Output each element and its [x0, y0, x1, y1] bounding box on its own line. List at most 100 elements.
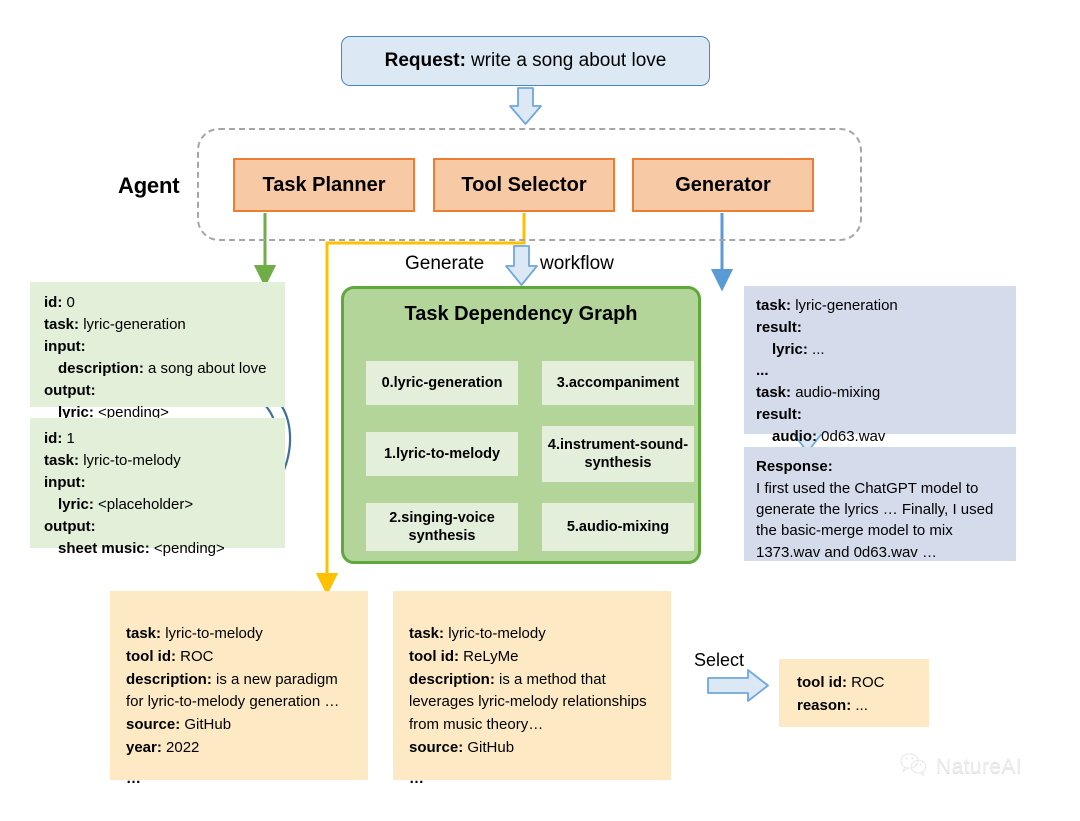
tool-id-key: tool id:	[126, 647, 176, 665]
selected-tool-reason-row: reason: ...	[797, 694, 929, 717]
task-value: lyric-to-melody	[83, 452, 181, 470]
task-output-key: output:	[44, 382, 96, 400]
agent-module-task-planner[interactable]: Task Planner	[233, 158, 415, 212]
tdg-node-1[interactable]: 1.lyric-to-melody	[366, 432, 518, 476]
result-field-key: audio:	[772, 427, 817, 445]
task-dependency-graph-panel: Task Dependency Graph 0.lyric-generation…	[341, 286, 701, 564]
result-task-value: lyric-generation	[795, 297, 898, 314]
agent-module-label: Generator	[675, 173, 771, 196]
result-field: lyric: ...	[756, 339, 1006, 361]
request-value: write a song about love	[470, 50, 667, 71]
agent-module-tool-selector[interactable]: Tool Selector	[433, 158, 615, 212]
task-name-row: task: lyric-generation	[44, 314, 273, 336]
tdg-node-3[interactable]: 3.accompaniment	[542, 361, 694, 405]
tdg-node-4[interactable]: 4.instrument-sound-synthesis	[542, 426, 694, 482]
task-output-field-key: sheet music:	[58, 540, 150, 558]
task-input-field-key: description:	[58, 360, 144, 378]
result-field-value: ...	[812, 340, 825, 358]
selected-tool-reason-value: ...	[855, 697, 868, 715]
response-title: Response:	[756, 458, 833, 475]
task-output-key: output:	[44, 518, 96, 536]
generate-label: Generate	[405, 253, 485, 274]
result-task-row: task: audio-mixing	[756, 382, 1006, 404]
tdg-node-2[interactable]: 2.singing-voice synthesis	[366, 503, 518, 551]
tool-id-row: tool id: ROC	[126, 646, 354, 669]
tool-task-key: task:	[409, 625, 445, 642]
execution-results-panel: task: lyric-generation result: lyric: ..…	[744, 286, 1016, 445]
result-task-value: audio-mixing	[795, 384, 881, 401]
task-output-field-value: <pending>	[153, 540, 225, 558]
tool-description-row: description: is a method that leverages …	[409, 669, 657, 737]
tool-source-key: source:	[126, 716, 181, 734]
watermark: NatureAI	[899, 752, 1022, 782]
agent-module-generator[interactable]: Generator	[632, 158, 814, 212]
watermark-text: NatureAI	[936, 755, 1023, 778]
tool-description-row: description: is a new paradigm for lyric…	[126, 669, 354, 715]
result-ellipsis: ...	[756, 362, 769, 380]
tool-year-row: year: 2022	[126, 737, 354, 760]
tool-source-row: source: GitHub	[126, 714, 354, 737]
task-value: lyric-generation	[83, 316, 186, 334]
task-id-row: id: 1	[44, 428, 273, 450]
response-panel: Response: I first used the ChatGPT model…	[744, 447, 1016, 561]
tool-id-key: tool id:	[409, 647, 459, 665]
wechat-icon	[899, 752, 929, 782]
response-body: I first used the ChatGPT model to genera…	[756, 479, 994, 561]
tool-task-row: task: lyric-to-melody	[126, 623, 354, 646]
tool-source-row: source: GitHub	[409, 737, 657, 760]
request-box: Request: write a song about love	[341, 36, 710, 86]
result-task-key: task:	[756, 297, 792, 314]
task-output-field: sheet music: <pending>	[44, 538, 273, 560]
tool-task-value: lyric-to-melody	[165, 625, 263, 642]
task-key: task:	[44, 316, 80, 334]
selected-tool-panel: tool id: ROC reason: ...	[779, 659, 929, 727]
result-task-key: task:	[756, 384, 792, 401]
result-key: result:	[756, 318, 802, 336]
selected-tool-id-key: tool id:	[797, 674, 847, 691]
agent-module-label: Task Planner	[262, 173, 386, 196]
task-key: task:	[44, 452, 80, 470]
task-input-key: input:	[44, 474, 86, 492]
tool-id-value: ReLyMe	[463, 647, 519, 665]
tool-description-key: description:	[126, 670, 212, 688]
task-id-value: 1	[66, 430, 75, 447]
workflow-label: workflow	[540, 253, 614, 274]
tool-id-value: ROC	[180, 647, 214, 665]
tool-ellipsis: …	[126, 769, 141, 787]
selected-tool-id-row: tool id: ROC	[797, 671, 929, 694]
tdg-node-0[interactable]: 0.lyric-generation	[366, 361, 518, 405]
tool-ellipsis: …	[409, 769, 424, 787]
task-input-field-value: a song about love	[148, 360, 267, 378]
task-input-field: lyric: <placeholder>	[44, 494, 273, 516]
tool-source-value: GitHub	[467, 738, 515, 756]
result-field-value: 0d63.wav	[821, 427, 886, 445]
tool-task-value: lyric-to-melody	[448, 625, 546, 642]
tool-year-value: 2022	[166, 738, 200, 756]
tool-task-key: task:	[126, 625, 162, 642]
diagram-canvas: Request: write a song about love Agent T…	[0, 0, 1080, 821]
select-label: Select	[694, 650, 745, 670]
agent-label: Agent	[118, 173, 180, 198]
selected-tool-id-value: ROC	[851, 674, 885, 691]
task-input-key: input:	[44, 338, 86, 356]
task-input-field: description: a song about love	[44, 358, 273, 380]
result-field: audio: 0d63.wav	[756, 426, 1006, 448]
tool-task-row: task: lyric-to-melody	[409, 623, 657, 646]
task-dependency-graph-title: Task Dependency Graph	[404, 303, 638, 325]
tool-id-row: tool id: ReLyMe	[409, 646, 657, 669]
task-input-field-key: lyric:	[58, 496, 94, 514]
tool-source-value: GitHub	[184, 716, 232, 734]
task-plan-item: id: 1 task: lyric-to-melody input: lyric…	[30, 418, 285, 557]
tdg-node-5[interactable]: 5.audio-mixing	[542, 503, 694, 551]
task-id-value: 0	[66, 294, 75, 311]
tool-description-key: description:	[409, 670, 495, 688]
selected-tool-reason-key: reason:	[797, 697, 852, 715]
result-key: result:	[756, 405, 802, 423]
task-id-key: id:	[44, 430, 63, 447]
agent-module-label: Tool Selector	[461, 173, 587, 196]
tool-candidate-panel: task: lyric-to-melody tool id: ROC descr…	[110, 591, 368, 787]
tool-source-key: source:	[409, 738, 464, 756]
task-input-field-value: <placeholder>	[98, 496, 194, 514]
task-id-row: id: 0	[44, 292, 273, 314]
result-task-row: task: lyric-generation	[756, 295, 1006, 317]
